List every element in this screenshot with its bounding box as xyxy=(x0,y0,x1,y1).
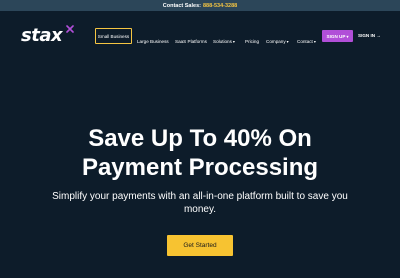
nav-item-label: Contact xyxy=(297,39,313,44)
get-started-label: Get Started xyxy=(183,242,217,249)
sign-in-label: SIGN IN xyxy=(358,33,376,38)
hero-title: Save Up To 40% On Payment Processing xyxy=(0,124,400,182)
stax-logo[interactable]: stax xyxy=(21,25,74,47)
nav-item-label: SaaS Platforms xyxy=(175,39,207,44)
chevron-down-icon: ▾ xyxy=(313,39,316,44)
logo-x-mark-icon xyxy=(66,25,74,33)
contact-sales-label: Contact Sales: xyxy=(162,2,201,9)
get-started-button[interactable]: Get Started xyxy=(167,235,233,256)
arrow-right-icon: → xyxy=(376,33,381,38)
hero-title-line-2: Payment Processing xyxy=(81,154,319,181)
nav-item-solutions[interactable]: Solutions▾ xyxy=(213,39,235,45)
nav-item-label: Small Business xyxy=(97,33,130,39)
hero-subtitle: Simplify your payments with an all-in-on… xyxy=(52,191,348,215)
logo-text: stax xyxy=(21,25,63,46)
hero-title-line-1: Save Up To 40% On xyxy=(88,125,312,152)
chevron-down-icon: ▾ xyxy=(232,39,235,44)
nav-item-label: Company xyxy=(266,39,286,44)
nav-item-contact[interactable]: Contact▾ xyxy=(297,39,316,45)
sign-up-label: SIGN UP xyxy=(326,33,346,39)
sign-in-link[interactable]: SIGN IN → xyxy=(358,33,381,38)
nav-item-small-business[interactable]: Small Business xyxy=(95,28,132,44)
sign-up-button[interactable]: SIGN UP ▾ xyxy=(322,30,353,42)
nav-item-label: Pricing xyxy=(245,39,260,44)
nav-item-label: Large Business xyxy=(137,39,169,44)
contact-sales-phone[interactable]: 888-534-3288 xyxy=(203,3,237,9)
chevron-down-icon: ▾ xyxy=(346,33,349,39)
main-navigation: stax Small Business Large Business SaaS … xyxy=(0,11,400,61)
nav-item-company[interactable]: Company▾ xyxy=(266,39,289,45)
nav-item-large-business[interactable]: Large Business xyxy=(137,39,169,45)
nav-item-pricing[interactable]: Pricing xyxy=(245,39,259,45)
chevron-down-icon: ▾ xyxy=(286,39,289,44)
contact-sales-bar: Contact Sales: 888-534-3288 xyxy=(0,0,400,11)
nav-item-label: Solutions xyxy=(213,39,232,44)
nav-item-saas-platforms[interactable]: SaaS Platforms xyxy=(175,39,207,45)
